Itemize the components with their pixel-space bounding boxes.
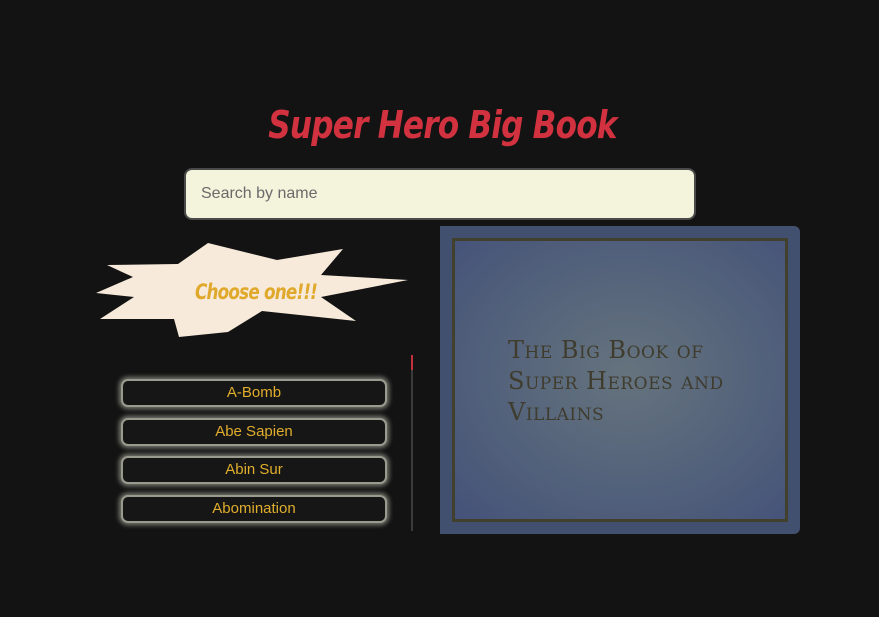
page-title: Super Hero Big Book [268, 103, 617, 147]
choose-one-burst: Choose one!!! [96, 243, 410, 339]
hero-list-scrollbar[interactable] [411, 355, 413, 531]
hero-list-item[interactable]: Abin Sur [121, 456, 387, 484]
hero-list-item[interactable]: Abomination [121, 495, 387, 523]
choose-one-label: Choose one!!! [194, 280, 318, 304]
book-cover: The Big Book of Super Heroes and Villain… [440, 226, 800, 534]
book-cover-panel: The Big Book of Super Heroes and Villain… [452, 238, 788, 522]
hero-list-items: A-Bomb Abe Sapien Abin Sur Abomination [112, 355, 398, 531]
hero-list-item[interactable]: A-Bomb [121, 379, 387, 407]
search-input[interactable] [184, 168, 696, 220]
page: Super Hero Big Book Choose one!!! A-Bomb… [0, 0, 879, 617]
book-title: The Big Book of Super Heroes and Villain… [508, 336, 724, 426]
hero-list-item[interactable]: Abe Sapien [121, 418, 387, 446]
scroll-thumb[interactable] [411, 355, 413, 370]
hero-list[interactable]: A-Bomb Abe Sapien Abin Sur Abomination [112, 355, 414, 531]
